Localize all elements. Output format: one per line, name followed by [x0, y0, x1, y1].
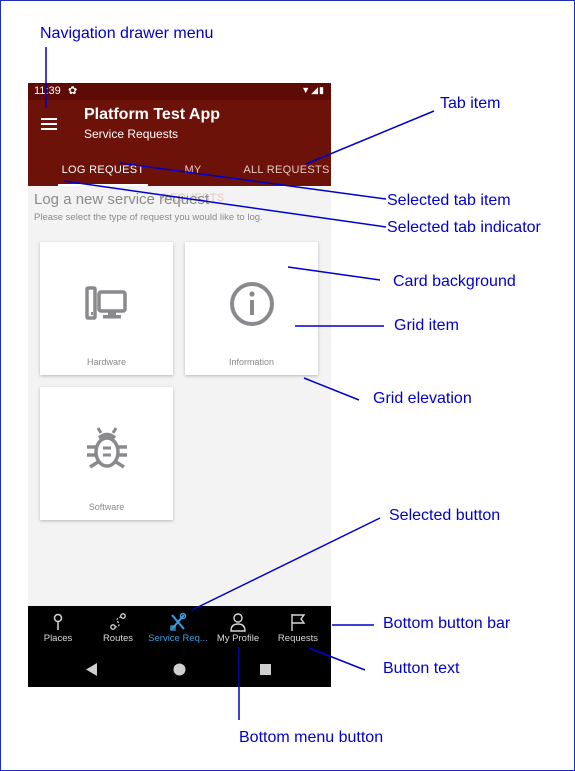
- annotation-nav-drawer: Navigation drawer menu: [40, 25, 214, 42]
- annotation-button-text: Button text: [383, 660, 460, 677]
- line-grid-elevation: [303, 377, 360, 401]
- annotation-selected-tab-item: Selected tab item: [387, 192, 511, 209]
- annotation-card-background: Card background: [393, 273, 516, 290]
- annotation-grid-elevation: Grid elevation: [373, 390, 472, 407]
- line-selected-button: [191, 517, 381, 611]
- annotation-lines: [45, 47, 435, 720]
- line-card-background: [287, 266, 381, 281]
- line-tab-item: [305, 110, 435, 165]
- annotation-bottom-button-bar: Bottom button bar: [383, 615, 511, 632]
- line-button-text: [308, 647, 366, 671]
- line-selected-tab-item: [119, 162, 387, 200]
- line-selected-tab-indicator: [63, 180, 387, 228]
- annotation-bottom-menu-button: Bottom menu button: [239, 729, 384, 746]
- annotation-tab-item: Tab item: [440, 95, 501, 112]
- annotation-selected-tab-indicator: Selected tab indicator: [387, 219, 541, 236]
- annotation-selected-button: Selected button: [389, 507, 501, 524]
- annotation-grid-item: Grid item: [394, 317, 459, 334]
